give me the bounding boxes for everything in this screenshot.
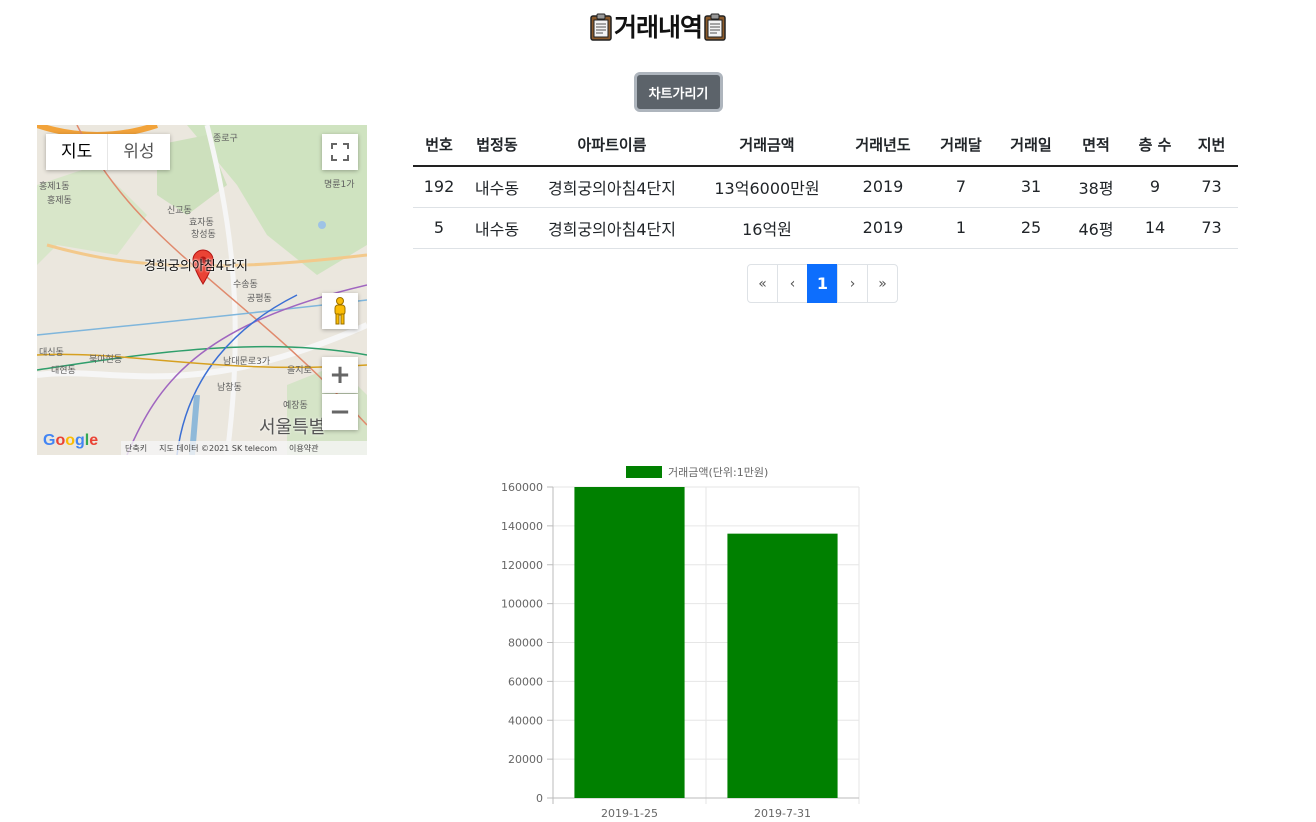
y-tick-label: 80000 <box>508 637 543 650</box>
table-cell: 31 <box>995 166 1067 208</box>
table-cell: 192 <box>413 166 465 208</box>
map-type-control: 지도 위성 <box>46 134 170 170</box>
table-cell: 46평 <box>1067 207 1125 249</box>
table-cell: 73 <box>1185 207 1238 249</box>
pagination: « ‹ 1 › » <box>747 264 898 303</box>
table-cell: 16억원 <box>695 207 839 249</box>
map-data-credit: 지도 데이터 ©2021 SK telecom <box>159 443 278 453</box>
deal-table: 번호 법정동 아파트이름 거래금액 거래년도 거래달 거래일 면적 층 수 지번… <box>413 124 1238 249</box>
map-label: 명륜1가 <box>324 180 355 190</box>
map-shortcuts-link[interactable]: 단축키 <box>125 443 147 454</box>
table-header: 층 수 <box>1125 124 1185 167</box>
y-tick-label: 60000 <box>508 675 543 688</box>
table-header: 거래일 <box>995 124 1067 167</box>
fullscreen-button[interactable] <box>322 134 358 170</box>
table-header: 법정동 <box>465 124 529 167</box>
map-label: 대신동 <box>39 348 64 358</box>
zoom-out-icon[interactable]: − <box>322 394 358 430</box>
table-cell: 9 <box>1125 166 1185 208</box>
map-label: 예장동 <box>283 401 308 411</box>
table-header: 면적 <box>1067 124 1125 167</box>
table-cell: 5 <box>413 207 465 249</box>
table-header: 아파트이름 <box>529 124 695 167</box>
table-header: 거래금액 <box>695 124 839 167</box>
map[interactable]: 종로구 홍제1동 홍제동 신교동 효자동 창성동 명륜1가 수송동 공평동 대신… <box>37 125 367 455</box>
map-type-roadmap[interactable]: 지도 <box>46 134 107 170</box>
y-tick-label: 0 <box>536 792 543 805</box>
fullscreen-icon <box>331 143 349 161</box>
table-cell: 1 <box>927 207 995 249</box>
map-label: 남대문로3가 <box>223 357 271 367</box>
table-cell: 7 <box>927 166 995 208</box>
table-header-row: 번호 법정동 아파트이름 거래금액 거래년도 거래달 거래일 면적 층 수 지번 <box>413 124 1238 167</box>
table-header: 거래년도 <box>839 124 927 167</box>
table-header: 번호 <box>413 124 465 167</box>
map-label: 홍제동 <box>47 196 72 206</box>
legend-label: 거래금액(단위:1만원) <box>668 466 768 479</box>
map-label: 공평동 <box>247 294 272 304</box>
table-cell: 내수동 <box>465 166 529 208</box>
table-cell: 2019 <box>839 166 927 208</box>
map-label: 을지로 <box>287 366 312 376</box>
y-tick-label: 140000 <box>501 520 543 533</box>
hide-chart-button[interactable]: 차트가리기 <box>634 72 723 112</box>
page-first-button[interactable]: « <box>747 264 778 303</box>
page-title-text: 거래내역 <box>613 13 703 42</box>
map-city-label: 서울특별 <box>259 417 326 438</box>
page-next-button[interactable]: › <box>837 264 868 303</box>
table-header: 지번 <box>1185 124 1238 167</box>
table-row[interactable]: 192 내수동 경희궁의아침4단지 13억6000만원 2019 7 31 38… <box>413 166 1238 208</box>
table-cell: 73 <box>1185 166 1238 208</box>
table-cell: 2019 <box>839 207 927 249</box>
y-tick-label: 40000 <box>508 714 543 727</box>
table-row[interactable]: 5 내수동 경희궁의아침4단지 16억원 2019 1 25 46평 14 73 <box>413 207 1238 249</box>
map-tiles <box>37 125 367 455</box>
map-footer: 단축키 지도 데이터 ©2021 SK telecom 이용약관 <box>121 441 367 455</box>
x-tick-label: 2019-7-31 <box>754 807 811 820</box>
map-label: 남창동 <box>217 383 242 393</box>
table-cell: 경희궁의아침4단지 <box>529 166 695 208</box>
table-cell: 13억6000만원 <box>695 166 839 208</box>
map-label: 종로구 <box>213 134 238 144</box>
y-tick-label: 120000 <box>501 559 543 572</box>
y-tick-label: 20000 <box>508 753 543 766</box>
bar <box>727 533 838 798</box>
transaction-bar-chart: 0 20000 40000 60000 80000 100000 120000 140000 1… <box>501 466 860 820</box>
bar <box>574 487 685 798</box>
map-label: 홍제1동 <box>39 182 70 192</box>
map-terms-link[interactable]: 이용약관 <box>289 443 318 454</box>
map-label: 수송동 <box>233 280 258 290</box>
map-label: 창성동 <box>191 230 216 240</box>
zoom-in-icon[interactable]: + <box>322 357 358 393</box>
table-cell: 38평 <box>1067 166 1125 208</box>
pegman-icon <box>334 297 346 325</box>
table-cell: 경희궁의아침4단지 <box>529 207 695 249</box>
page-current-button[interactable]: 1 <box>807 264 838 303</box>
map-place-label: 경희궁의아침4단지 <box>144 259 248 274</box>
clipboard-icon <box>704 13 726 41</box>
page-prev-button[interactable]: ‹ <box>777 264 808 303</box>
street-view-button[interactable] <box>322 293 358 329</box>
x-tick-label: 2019-1-25 <box>601 807 658 820</box>
map-label: 북아현동 <box>89 355 123 365</box>
table-cell: 14 <box>1125 207 1185 249</box>
page-last-button[interactable]: » <box>867 264 898 303</box>
page-title: 거래내역 <box>0 8 1316 44</box>
google-logo: Google <box>43 432 99 449</box>
y-tick-label: 160000 <box>501 481 543 494</box>
table-cell: 내수동 <box>465 207 529 249</box>
map-type-satellite[interactable]: 위성 <box>107 134 169 170</box>
legend-swatch <box>626 466 662 478</box>
table-cell: 25 <box>995 207 1067 249</box>
map-label: 대현동 <box>51 366 76 376</box>
y-tick-label: 100000 <box>501 598 543 611</box>
table-header: 거래달 <box>927 124 995 167</box>
clipboard-icon <box>590 13 612 41</box>
